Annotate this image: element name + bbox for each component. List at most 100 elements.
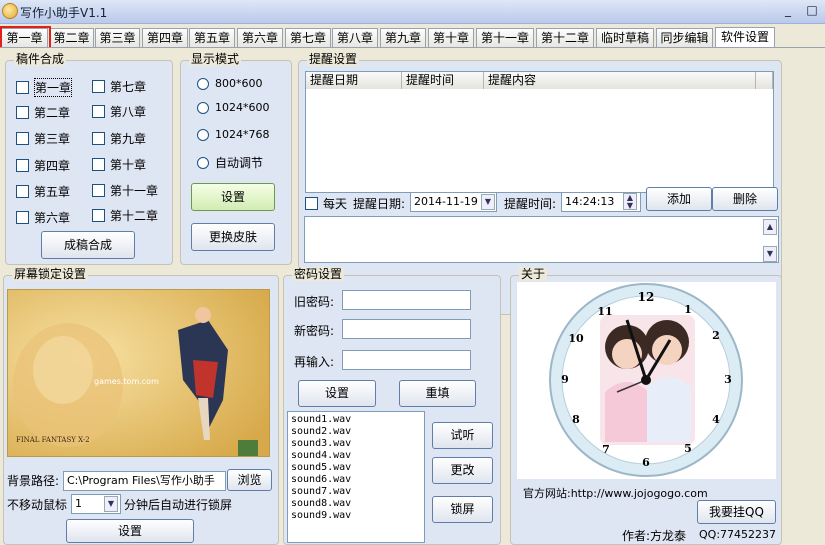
listen-button[interactable]: 试听 [432,422,493,449]
list-item[interactable]: sound6.wav [291,474,421,486]
tab-chapter-8[interactable]: 第八章 [332,28,378,47]
change-skin-button[interactable]: 更换皮肤 [191,223,275,251]
chapter-tabs: 第一章 第二章 第三章 第四章 第五章 第六章 第七章 第八章 第九章 第十章 … [0,27,825,48]
website-text[interactable]: 官方网站:http://www.jojogogo.com [523,485,708,501]
repeat-password-field[interactable] [342,350,471,370]
list-item[interactable]: sound2.wav [291,426,421,438]
merge-checkbox-6[interactable]: 第六章 [16,209,70,226]
column-date[interactable]: 提醒日期 [306,72,402,89]
qq-button[interactable]: 我要挂QQ [697,500,776,524]
reminder-add-button[interactable]: 添加 [646,187,712,211]
reminder-content-box[interactable]: ▲ ▼ [304,216,779,263]
tab-chapter-10[interactable]: 第十章 [428,28,474,47]
display-set-button[interactable]: 设置 [191,183,275,211]
clock-number-8: 8 [572,413,580,426]
merge-checkbox-12[interactable]: 第十二章 [92,207,158,224]
lock-set-button[interactable]: 设置 [66,519,194,543]
merge-checkbox-11[interactable]: 第十一章 [92,182,158,199]
title-bar: 写作小助手V1.1 _ □ [0,0,825,24]
merge-legend: 稿件合成 [14,52,67,66]
sound-list[interactable]: sound1.wav sound2.wav sound3.wav sound4.… [287,411,425,543]
list-item[interactable]: sound7.wav [291,486,421,498]
display-option-800[interactable]: 800*600 [197,77,263,90]
tab-settings[interactable]: 软件设置 [715,27,775,48]
reminder-list[interactable]: 提醒日期 提醒时间 提醒内容 [305,71,774,193]
browse-button[interactable]: 浏览 [227,469,272,491]
maximize-button[interactable]: □ [803,3,821,19]
about-panel: 关于 12 1 2 3 4 5 6 7 8 9 10 11 官方网站:http:… [510,267,782,545]
clock-area: 12 1 2 3 4 5 6 7 8 9 10 11 [517,282,776,479]
author-text: 作者:方龙泰 [622,529,687,543]
list-item[interactable]: sound8.wav [291,498,421,510]
tab-chapter-9[interactable]: 第九章 [380,28,426,47]
tab-chapter-5[interactable]: 第五章 [189,28,235,47]
display-option-1024-600[interactable]: 1024*600 [197,101,270,114]
column-content[interactable]: 提醒内容 [484,72,756,89]
column-time[interactable]: 提醒时间 [402,72,484,89]
merge-checkbox-5[interactable]: 第五章 [16,183,70,200]
tab-chapter-6[interactable]: 第六章 [237,28,283,47]
merge-checkbox-2[interactable]: 第二章 [16,104,70,121]
password-reset-button[interactable]: 重填 [399,380,476,407]
tab-chapter-2[interactable]: 第二章 [49,28,94,47]
tab-chapter-1[interactable]: 第一章 [1,28,48,47]
merge-checkbox-10[interactable]: 第十章 [92,156,146,173]
idle-label: 不移动鼠标 [7,498,68,512]
tab-chapter-3[interactable]: 第三章 [95,28,140,47]
list-item[interactable]: sound5.wav [291,462,421,474]
tab-chapter-11[interactable]: 第十一章 [476,28,534,47]
background-path-field[interactable]: C:\Program Files\写作小助手 [63,471,226,491]
idle-dropdown-icon[interactable]: ▼ [104,496,118,512]
password-legend: 密码设置 [292,267,345,281]
list-item[interactable]: sound4.wav [291,450,421,462]
new-password-field[interactable] [342,319,471,339]
clock-number-7: 7 [602,443,610,456]
display-panel: 显示模式 800*600 1024*600 1024*768 自动调节 设置 更… [180,52,292,265]
scroll-up-icon[interactable]: ▲ [763,219,777,235]
lock-screen-button[interactable]: 锁屏 [432,496,493,523]
merge-checkbox-7[interactable]: 第七章 [92,78,146,95]
tab-chapter-12[interactable]: 第十二章 [536,28,594,47]
minimize-button[interactable]: _ [779,3,797,19]
merge-button[interactable]: 成稿合成 [41,231,135,259]
clock-number-3: 3 [724,373,732,386]
old-password-field[interactable] [342,290,471,310]
lock-legend: 屏幕锁定设置 [12,267,89,281]
qq-number-text: QQ:77452237 [699,528,777,541]
change-sound-button[interactable]: 更改 [432,457,493,484]
clock-number-11: 11 [597,305,612,318]
password-set-button[interactable]: 设置 [298,380,376,407]
lock-panel: 屏幕锁定设置 games.tom.com FINAL FANTASY X-2 背… [3,267,279,545]
list-item[interactable]: sound3.wav [291,438,421,450]
merge-checkbox-4[interactable]: 第四章 [16,157,70,174]
time-spinner-icon[interactable]: ▲ ▼ [623,193,637,210]
merge-panel: 稿件合成 第一章 第二章 第三章 第四章 第五章 第六章 第七章 第八章 第九章… [5,52,173,265]
tab-chapter-4[interactable]: 第四章 [142,28,188,47]
clock-number-4: 4 [712,413,720,426]
merge-checkbox-1[interactable]: 第一章 [16,78,73,97]
merge-checkbox-3[interactable]: 第三章 [16,130,70,147]
clock-number-10: 10 [568,332,584,345]
merge-checkbox-9[interactable]: 第九章 [92,130,146,147]
clock-icon: 12 1 2 3 4 5 6 7 8 9 10 11 [549,283,743,477]
reminder-delete-button[interactable]: 删除 [712,187,778,211]
list-item[interactable]: sound9.wav [291,510,421,522]
display-option-1024-768[interactable]: 1024*768 [197,128,270,141]
date-dropdown-icon[interactable]: ▼ [481,194,495,210]
window-title: 写作小助手V1.1 [20,6,108,20]
path-label: 背景路径: [7,474,60,488]
tab-chapter-7[interactable]: 第七章 [285,28,331,47]
old-password-label: 旧密码: [294,295,335,309]
clock-number-2: 2 [712,329,720,342]
everyday-checkbox[interactable]: 每天 [305,195,347,212]
image-watermark: games.tom.com [94,377,159,386]
merge-checkbox-8[interactable]: 第八章 [92,103,146,120]
about-legend: 关于 [519,267,548,281]
tab-draft[interactable]: 临时草稿 [596,28,654,47]
app-icon [2,3,18,19]
clock-number-5: 5 [684,442,692,455]
display-option-auto[interactable]: 自动调节 [197,154,263,171]
list-item[interactable]: sound1.wav [291,414,421,426]
tab-sync-edit[interactable]: 同步编辑 [656,28,713,47]
scroll-down-icon[interactable]: ▼ [763,246,777,262]
